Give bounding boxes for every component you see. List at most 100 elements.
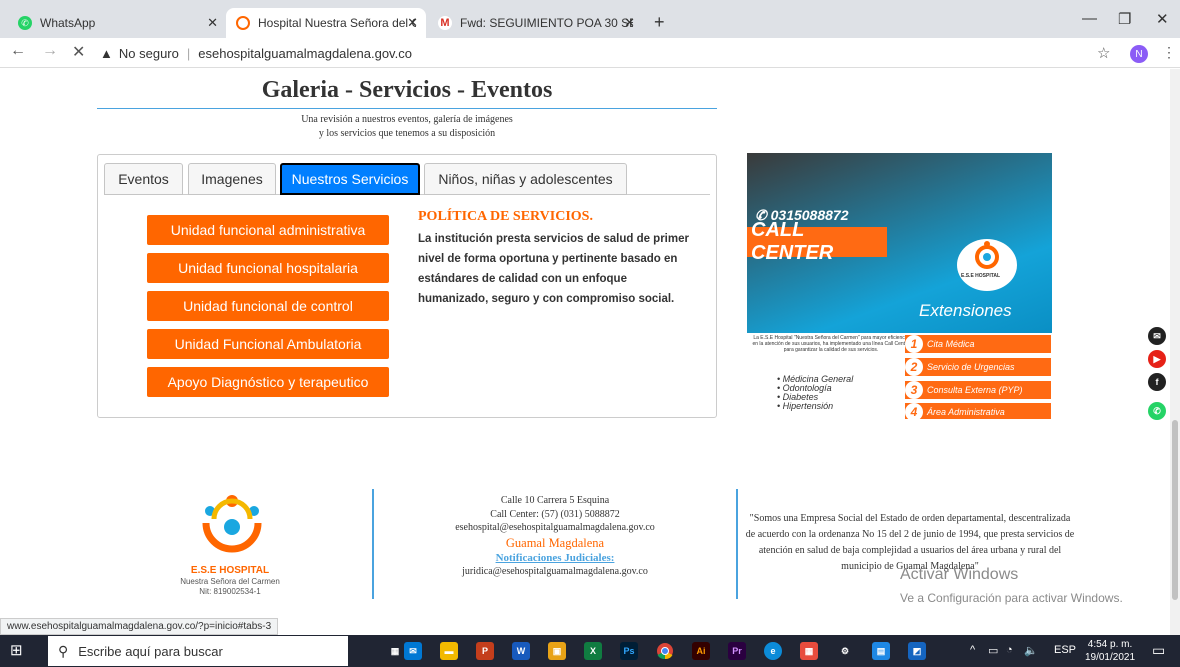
app-icon[interactable]: ▦ [800,642,818,660]
footer-logo-sub: Nuestra Señora del Carmen [180,577,280,586]
scrollbar-thumb[interactable] [1172,420,1178,600]
close-icon[interactable]: ✕ [624,15,635,31]
apoyo-diagnostico-button[interactable]: Apoyo Diagnóstico y terapeutico [147,367,389,397]
footer-notifications-link[interactable]: Notificaciones Judiciales: [380,552,730,566]
call-center-banner[interactable]: ✆ 0315088872 CALL CENTER E.S.E HOSPITAL … [747,153,1052,419]
tab-label: WhatsApp [40,16,96,30]
notifications-icon[interactable]: ▭ [1152,642,1165,659]
premiere-icon[interactable]: Pr [728,642,746,660]
activate-windows-title: Activar Windows [900,566,1019,583]
clock-time: 4:54 p. m. [1087,639,1133,650]
store-icon[interactable]: ▣ [548,642,566,660]
policy-title: POLÍTICA DE SERVICIOS. [418,209,593,224]
hospital-logo: E.S.E HOSPITAL [957,239,1017,291]
file-explorer-icon[interactable]: ▬ [440,642,458,660]
close-window-icon[interactable]: ✕ [1156,10,1169,28]
tab-eventos[interactable]: Eventos [104,163,183,195]
close-icon[interactable]: ✕ [407,15,418,31]
minimize-icon[interactable]: — [1082,10,1097,27]
tab-nuestros-servicios[interactable]: Nuestros Servicios [280,163,420,195]
browser-tab-strip: ✆ WhatsApp ✕ Hospital Nuestra Señora del… [0,0,1180,38]
services-list: • Médicina General • Odontología • Diabe… [777,375,853,411]
chrome-icon[interactable] [656,642,674,660]
extension-row: 1 Cita Médica [905,335,1051,353]
warning-icon: ▲ [100,45,113,61]
profile-avatar[interactable]: N [1130,45,1148,63]
footer-juridica-email[interactable]: juridica@esehospitalguamalmagdalena.gov.… [380,565,730,579]
screen: ✆ WhatsApp ✕ Hospital Nuestra Señora del… [0,0,1180,667]
service-item: • Hipertensión [777,401,834,411]
extension-number: 4 [905,403,923,419]
edge-icon[interactable]: e [764,642,782,660]
settings-icon[interactable]: ⚙ [836,642,854,660]
call-center-title: CALL CENTER [747,219,887,264]
services-tabs-panel: Eventos Imagenes Nuestros Servicios Niño… [97,154,717,418]
call-center-description: La E.S.E Hospital "Nuestra Señora del Ca… [752,335,910,353]
windows-start-icon[interactable]: ⊞ [10,643,26,659]
word-icon[interactable]: W [512,642,530,660]
url-bar[interactable]: ▲ No seguro | esehospitalguamalmagdalena… [100,41,1090,65]
language-indicator[interactable]: ESP [1054,644,1076,656]
photoshop-icon[interactable]: Ps [620,642,638,660]
url-text: esehospitalguamalmagdalena.gov.co [198,45,412,61]
unidad-hospitalaria-button[interactable]: Unidad funcional hospitalaria [147,253,389,283]
browser-tab-whatsapp[interactable]: ✆ WhatsApp ✕ [8,8,226,38]
unidad-control-button[interactable]: Unidad funcional de control [147,291,389,321]
taskbar-clock[interactable]: 4:54 p. m. 19/01/2021 [1084,638,1136,664]
tab-imagenes[interactable]: Imagenes [188,163,276,195]
hospital-favicon-icon [236,16,250,30]
hospital-logo-icon [202,495,262,553]
menu-icon[interactable]: ⋮ [1162,44,1176,61]
extension-label: Servicio de Urgencias [927,362,1015,372]
forward-icon[interactable]: → [42,42,58,60]
facebook-icon[interactable]: f [1148,373,1166,391]
footer-divider [736,489,738,599]
powerpoint-icon[interactable]: P [476,642,494,660]
unidad-administrativa-button[interactable]: Unidad funcional administrativa [147,215,389,245]
app-icon[interactable]: ▤ [872,642,890,660]
back-icon[interactable]: ← [10,42,26,60]
tab-list: Eventos Imagenes Nuestros Servicios Niño… [104,161,710,195]
new-tab-button[interactable]: + [654,12,665,33]
extension-number: 2 [905,358,923,376]
activate-windows-text: Ve a Configuración para activar Windows. [900,591,1123,605]
footer-logo-name: E.S.E HOSPITAL [190,565,270,576]
footer-contact: Calle 10 Carrera 5 Esquina Call Center: … [380,494,730,579]
taskbar-search-box[interactable]: ⚲ Escribe aquí para buscar [48,636,348,666]
email-icon[interactable]: ✉ [1148,327,1166,345]
subtitle-line: Una revisión a nuestros eventos, galería… [301,114,513,125]
photos-icon[interactable]: ◩ [908,642,926,660]
footer-address: Calle 10 Carrera 5 Esquina [500,495,610,506]
illustrator-icon[interactable]: Ai [692,642,710,660]
title-underline [97,108,717,109]
tab-label: Hospital Nuestra Señora del Carm [258,16,416,30]
extension-label: Cita Médica [927,339,975,349]
bookmark-star-icon[interactable]: ☆ [1097,44,1110,62]
wifi-icon[interactable]: ◔ [1006,644,1013,656]
page-title: Galeria - Servicios - Eventos [261,77,553,103]
excel-icon[interactable]: X [584,642,602,660]
volume-icon[interactable]: 🔈 [1024,644,1038,657]
clock-date: 19/01/2021 [1084,652,1136,663]
close-icon[interactable]: ✕ [207,15,218,31]
browser-tab-gmail[interactable]: M Fwd: SEGUIMIENTO POA 30 SEPT ✕ [428,8,643,38]
divider: | [186,45,191,61]
whatsapp-icon[interactable]: ✆ [1148,402,1166,420]
security-label: No seguro [118,45,179,61]
mail-icon[interactable]: ✉ [404,642,422,660]
task-view-icon[interactable]: ▦ [386,642,404,660]
web-page: Galeria - Servicios - Eventos Una revisi… [0,69,1170,635]
restore-icon[interactable]: ❐ [1118,10,1131,28]
address-bar-row: ← → ✕ ▲ No seguro | esehospitalguamalmag… [0,38,1180,68]
policy-text: La institución presta servicios de salud… [418,233,689,305]
search-icon: ⚲ [58,642,69,659]
battery-icon[interactable]: ▭ [988,644,998,657]
search-placeholder: Escribe aquí para buscar [78,643,223,659]
footer-email[interactable]: esehospital@esehospitalguamalmagdalena.g… [380,521,730,535]
tray-expand-icon[interactable]: ^ [970,644,975,656]
youtube-icon[interactable]: ▶ [1148,350,1166,368]
stop-loading-icon[interactable]: ✕ [72,42,85,62]
unidad-ambulatoria-button[interactable]: Unidad Funcional Ambulatoria [147,329,389,359]
tab-ninos-ninas-adolescentes[interactable]: Niños, niñas y adolescentes [424,163,627,195]
browser-tab-hospital[interactable]: Hospital Nuestra Señora del Carm ✕ [226,8,426,38]
